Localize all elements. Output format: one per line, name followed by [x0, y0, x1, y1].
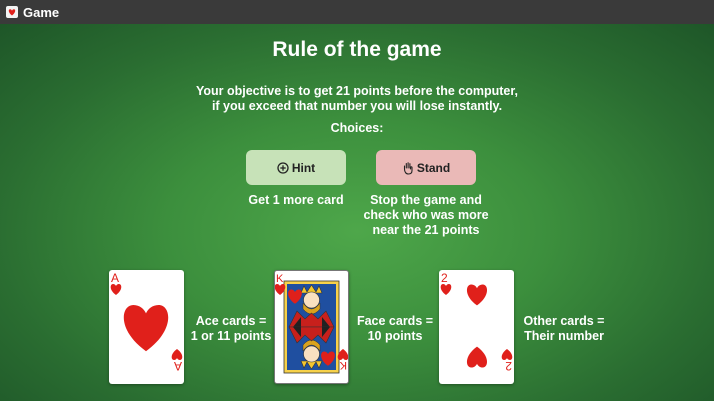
- choices-label: Choices:: [330, 121, 384, 135]
- svg-text:A: A: [174, 359, 182, 373]
- king-of-hearts-card: K K: [274, 270, 349, 384]
- other-rule-label: Other cards = Their number: [516, 314, 612, 344]
- hand-icon: [402, 161, 414, 175]
- hint-button[interactable]: Hint: [246, 150, 346, 185]
- svg-text:K: K: [276, 273, 284, 285]
- stand-description: Stop the game and check who was more nea…: [356, 193, 496, 238]
- other-rule-line-1: Other cards =: [523, 314, 605, 328]
- page-title: Rule of the game: [272, 38, 442, 61]
- ace-rule-line-1: Ace cards =: [195, 314, 267, 328]
- svg-text:K: K: [339, 359, 347, 371]
- ace-rule-line-2: 1 or 11 points: [190, 329, 272, 343]
- window-title: Game: [23, 4, 60, 20]
- stand-button-label: Stand: [416, 160, 451, 175]
- face-rule-label: Face cards = 10 points: [354, 314, 436, 344]
- stand-description-line-2: check who was more: [363, 208, 489, 222]
- stand-button[interactable]: Stand: [376, 150, 476, 185]
- svg-text:2: 2: [441, 271, 448, 285]
- ace-of-hearts-card: A A: [109, 270, 184, 384]
- ace-rule-label: Ace cards = 1 or 11 points: [189, 314, 273, 344]
- stand-description-line-3: near the 21 points: [372, 223, 480, 237]
- objective-text: Your objective is to get 21 points befor…: [0, 84, 714, 114]
- app-card-icon: [5, 5, 19, 19]
- svg-text:A: A: [111, 271, 119, 285]
- svg-text:2: 2: [505, 359, 512, 373]
- game-table: Rule of the game Your objective is to ge…: [0, 24, 714, 401]
- plus-circle-icon: [277, 161, 289, 174]
- stand-description-line-1: Stop the game and: [370, 193, 482, 207]
- hint-button-label: Hint: [291, 160, 316, 175]
- hint-description: Get 1 more card: [248, 193, 344, 207]
- two-of-hearts-card: 2 2: [439, 270, 514, 384]
- other-rule-line-2: Their number: [524, 329, 604, 343]
- objective-line-1: Your objective is to get 21 points befor…: [195, 84, 519, 98]
- title-bar: Game: [0, 0, 714, 24]
- objective-line-2: if you exceed that number you will lose …: [211, 99, 503, 113]
- face-rule-line-2: 10 points: [367, 329, 423, 343]
- face-rule-line-1: Face cards =: [356, 314, 434, 328]
